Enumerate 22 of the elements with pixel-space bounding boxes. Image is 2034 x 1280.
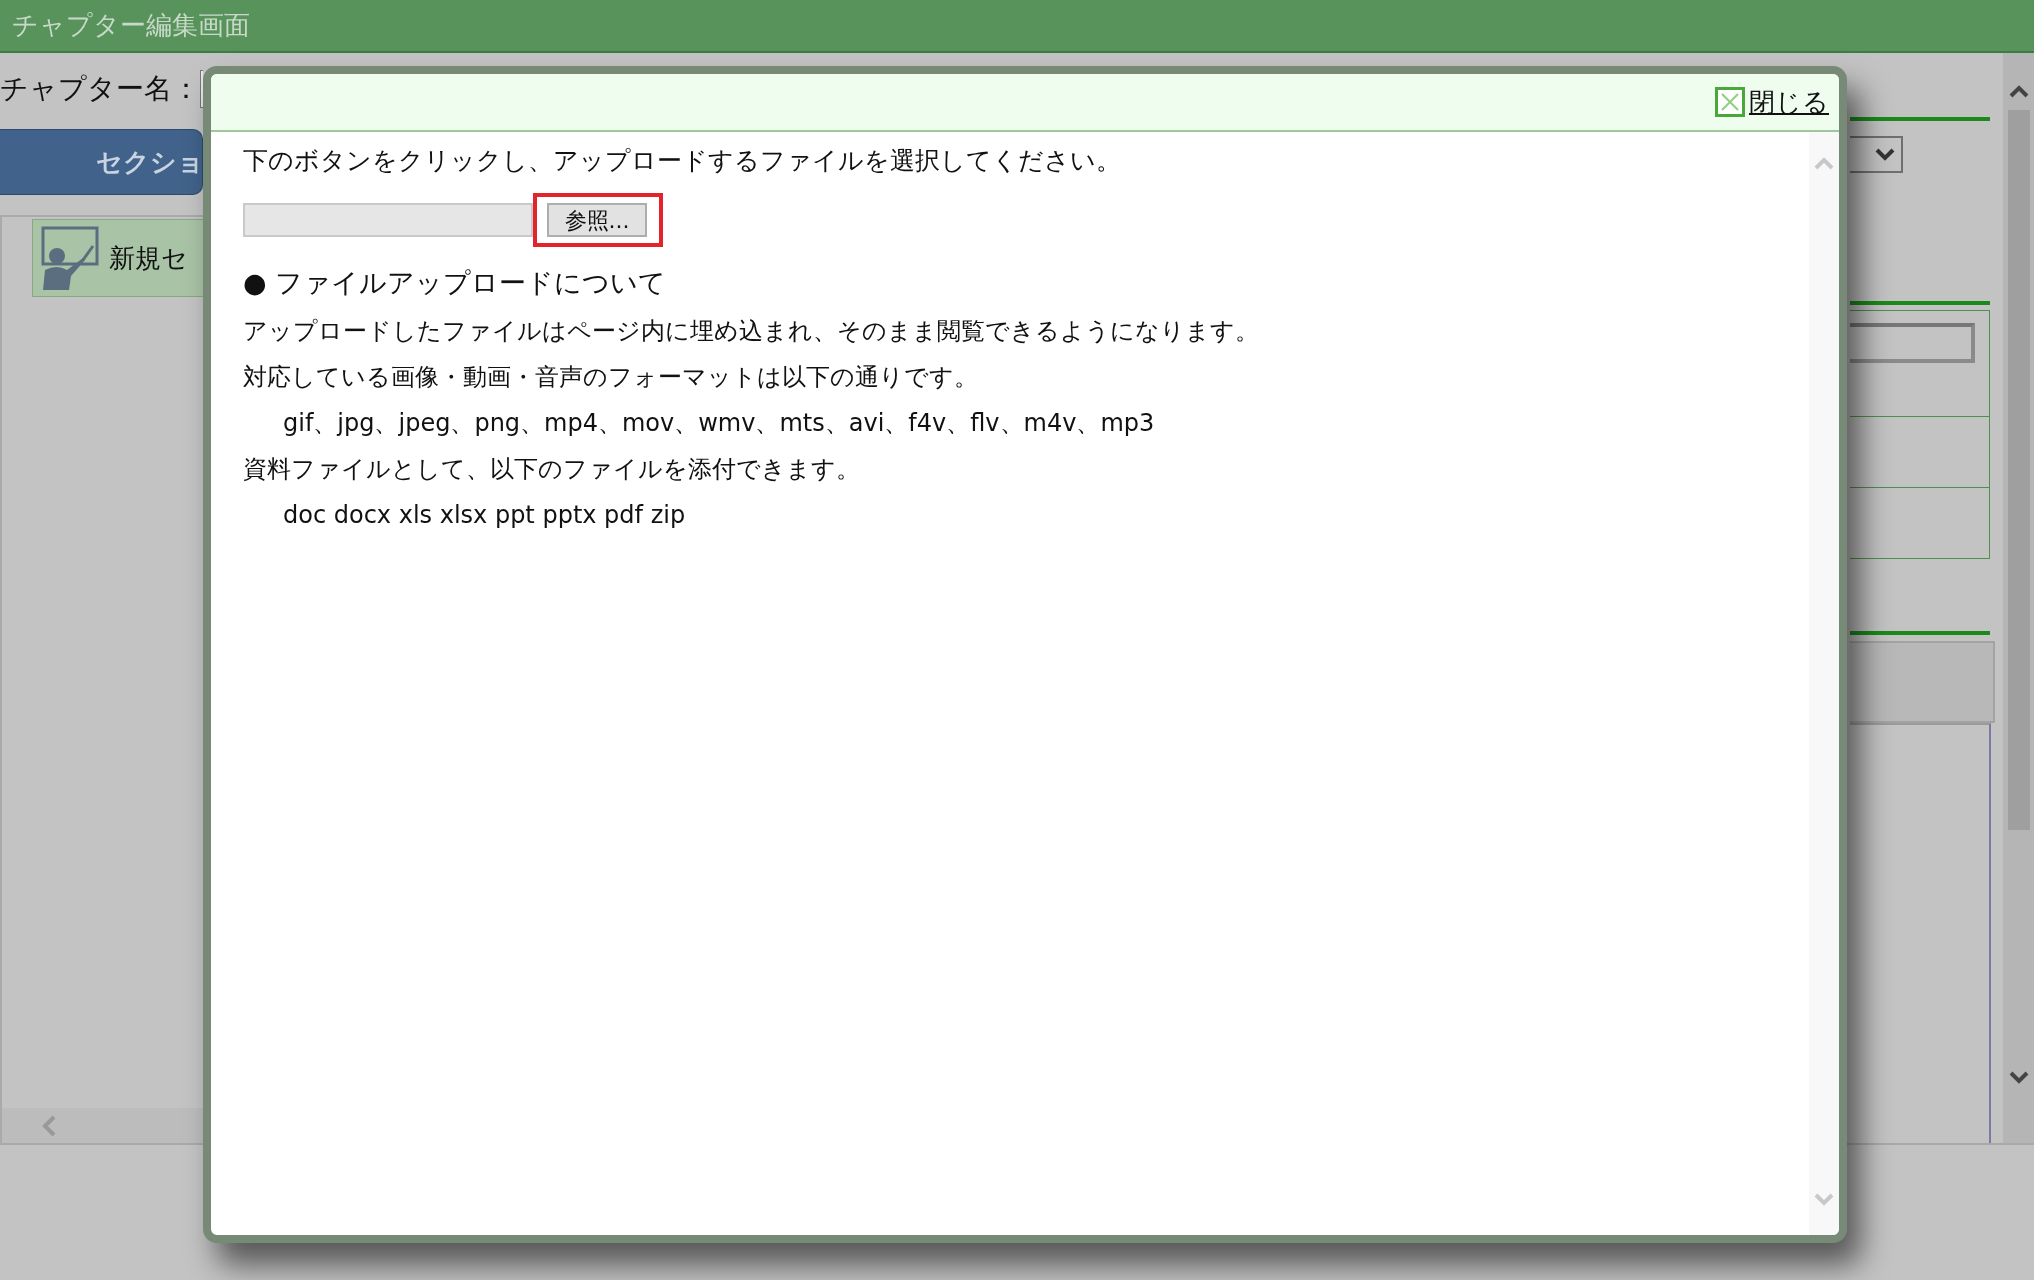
text-field[interactable] <box>1850 323 1975 363</box>
page-title: チャプター編集画面 <box>11 9 250 42</box>
section-button[interactable]: セクショ <box>0 129 203 195</box>
dropdown-caret-icon[interactable] <box>1875 147 1895 162</box>
chapter-name-label: チャプター名： <box>0 71 200 107</box>
browse-button[interactable]: 参照... <box>547 203 647 237</box>
scroll-up-icon[interactable] <box>2008 84 2029 98</box>
format-list: gif、jpg、jpeg、png、mp4、mov、wmv、mts、avi、f4v、flv、m4v、mp3 <box>243 403 1809 449</box>
description-text: アップロードしたファイルはページ内に埋め込まれ、そのまま閲覧できるようになります。 <box>243 316 1260 347</box>
description-text: 資料ファイルとして、以下のファイルを添付できます。 <box>243 454 861 485</box>
file-path-field[interactable] <box>243 203 533 237</box>
scroll-left-icon[interactable] <box>42 1114 56 1137</box>
description-text: 対応している画像・動画・音声のフォーマットは以下の通りです。 <box>243 362 979 393</box>
format-list: doc docx xls xlsx ppt pptx pdf zip <box>243 495 1809 541</box>
close-icon[interactable] <box>1715 87 1745 117</box>
section-item[interactable]: 新規セ <box>32 219 203 297</box>
instruction-text: 下のボタンをクリックし、アップロードするファイルを選択してください。 <box>243 145 1122 177</box>
scroll-down-icon[interactable] <box>2008 1071 2029 1085</box>
close-link[interactable]: 閉じる <box>1715 84 1829 120</box>
chapter-name-field[interactable] <box>200 70 203 108</box>
section-heading: ● ファイルアップロードについて <box>243 266 668 300</box>
dropdown[interactable] <box>1850 136 1903 173</box>
